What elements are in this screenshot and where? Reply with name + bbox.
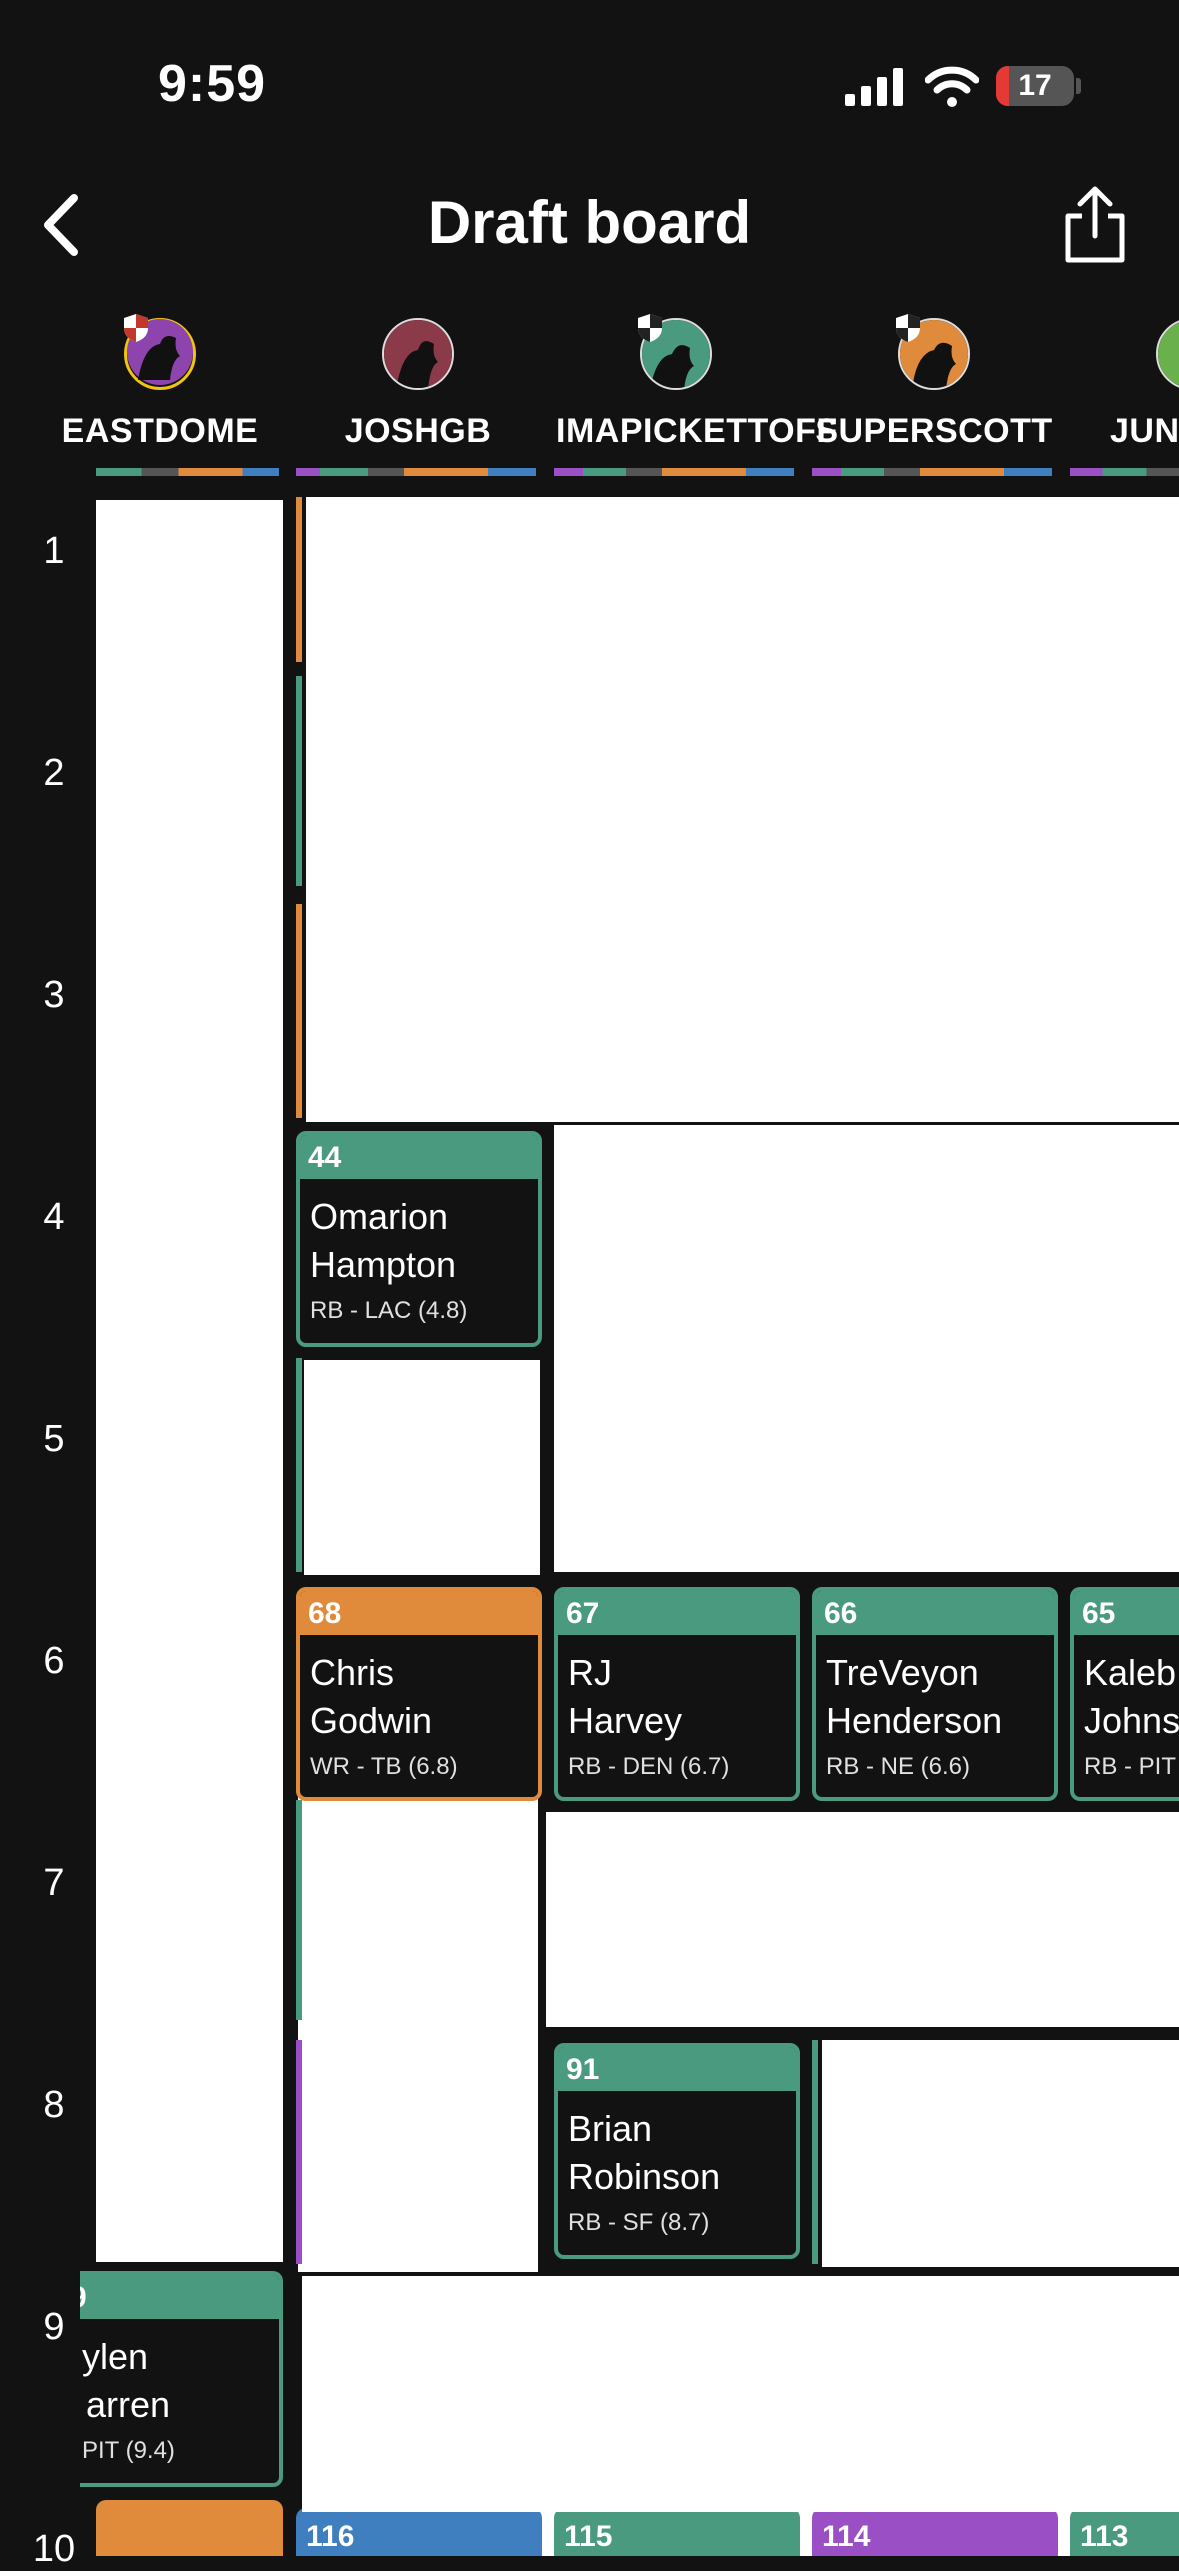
pick-number: 113	[1080, 2520, 1129, 2553]
pick-card[interactable]: 67 RJ Harvey RB - DEN (6.7)	[554, 1587, 800, 1801]
team-name-eastdome[interactable]: EASTDOME	[40, 412, 280, 451]
round-number: 10	[32, 2528, 76, 2570]
pick-card-header[interactable]	[96, 2500, 283, 2556]
player-last-name: Henderson	[826, 1700, 1003, 1741]
pick-card-edge	[296, 904, 302, 1118]
pick-card-edge	[296, 676, 302, 886]
hidden-pick-cell	[304, 1360, 540, 1575]
pick-number: 115	[564, 2520, 613, 2553]
player-last-name: Harvey	[568, 1700, 683, 1741]
pick-card-edge	[296, 2040, 302, 2264]
share-icon[interactable]	[1060, 184, 1130, 264]
pick-number: 65	[1074, 1591, 1179, 1635]
dog-silhouette-icon	[1158, 320, 1179, 388]
shield-badge-icon	[638, 314, 662, 342]
player-first-name: Chris	[310, 1652, 395, 1693]
player-first-name: TreVeyon	[826, 1652, 979, 1693]
position-strip	[812, 468, 1052, 476]
position-strip	[96, 468, 279, 476]
hidden-picks-block	[302, 2276, 1179, 2512]
shield-badge-icon	[896, 314, 920, 342]
status-time: 9:59	[158, 55, 267, 113]
pick-number: 114	[822, 2520, 871, 2553]
cellular-signal-icon	[845, 68, 903, 106]
hidden-picks-block	[306, 497, 1179, 1122]
battery-indicator: 17	[996, 66, 1074, 106]
round-number: 6	[43, 1640, 65, 1682]
player-first-name: ylen	[82, 2336, 149, 2377]
team-name-joshgb[interactable]: JOSHGB	[298, 412, 538, 451]
pick-card-header[interactable]: 114	[812, 2508, 1058, 2556]
round-number: 7	[43, 1862, 65, 1904]
round-number: 8	[43, 2084, 65, 2126]
pick-card-header[interactable]: 113	[1070, 2508, 1179, 2556]
player-last-name: Godwin	[310, 1700, 433, 1741]
position-strip	[554, 468, 794, 476]
round-number: 1	[43, 530, 65, 572]
pick-number: 116	[306, 2520, 355, 2553]
hidden-picks-block	[554, 1125, 1179, 1572]
pick-number: 9	[80, 2275, 279, 2319]
player-first-name: Kaleb	[1084, 1652, 1177, 1693]
pick-card[interactable]: 44 Omarion Hampton RB - LAC (4.8)	[296, 1131, 542, 1347]
round-number: 2	[43, 752, 65, 794]
pick-number: 67	[558, 1591, 796, 1635]
pick-card[interactable]: 65 Kaleb Johns RB - PIT (	[1070, 1587, 1179, 1801]
pick-card-edge	[296, 1800, 302, 2020]
hidden-picks-block	[546, 1812, 1179, 2027]
pick-card-header[interactable]: 115	[554, 2508, 800, 2556]
round-number: 4	[43, 1196, 65, 1238]
pick-number: 91	[558, 2047, 796, 2091]
dog-silhouette-icon	[384, 320, 452, 388]
team-name-imapickettoff[interactable]: IMAPICKETTOFF	[556, 412, 837, 451]
player-position-team: RB - LAC (4.8)	[310, 1297, 468, 1324]
hidden-picks-block	[822, 2040, 1179, 2267]
round-number: 5	[43, 1418, 65, 1460]
pick-card-edge	[812, 2040, 818, 2264]
pick-card-edge	[296, 1358, 302, 1572]
pick-number: 66	[816, 1591, 1054, 1635]
player-position-team: PIT (9.4)	[82, 2437, 175, 2464]
wifi-icon	[925, 66, 979, 107]
player-last-name: Robinson	[568, 2156, 721, 2197]
pick-card[interactable]: 68 Chris Godwin WR - TB (6.8)	[296, 1587, 542, 1801]
player-position-team: RB - PIT (	[1084, 1753, 1179, 1780]
position-strip	[1070, 468, 1179, 476]
hidden-picks-column	[96, 500, 283, 2262]
player-position-team: RB - NE (6.6)	[826, 1753, 971, 1780]
pick-card-edge	[296, 497, 302, 662]
pick-card-header[interactable]: 116	[296, 2508, 542, 2556]
hidden-picks-block	[298, 1797, 538, 2272]
team-name-jung[interactable]: JUNG	[1072, 412, 1179, 451]
pick-number: 68	[300, 1591, 538, 1635]
player-position-team: RB - DEN (6.7)	[568, 1753, 730, 1780]
player-last-name: arren	[86, 2384, 171, 2425]
pick-card[interactable]: 66 TreVeyon Henderson RB - NE (6.6)	[812, 1587, 1058, 1801]
player-first-name: Omarion	[310, 1196, 449, 1237]
player-position-team: WR - TB (6.8)	[310, 1753, 458, 1780]
player-first-name: RJ	[568, 1652, 612, 1693]
player-last-name: Hampton	[310, 1244, 457, 1285]
pick-number: 44	[300, 1135, 538, 1179]
player-last-name: Johns	[1084, 1700, 1179, 1741]
position-strip	[296, 468, 536, 476]
team-avatar-joshgb[interactable]	[382, 318, 454, 390]
battery-tip	[1076, 78, 1081, 94]
player-position-team: RB - SF (8.7)	[568, 2209, 710, 2236]
page-title: Draft board	[427, 189, 752, 256]
pick-card[interactable]: 9 ylen arren PIT (9.4)	[80, 2271, 283, 2487]
team-name-superscott[interactable]: SUPERSCOTT	[814, 412, 1054, 451]
round-number: 3	[43, 974, 65, 1016]
player-first-name: Brian	[568, 2108, 653, 2149]
team-avatar-jung[interactable]	[1156, 318, 1179, 390]
battery-percentage: 17	[1018, 69, 1052, 102]
shield-badge-icon	[124, 314, 148, 342]
pick-card[interactable]: 91 Brian Robinson RB - SF (8.7)	[554, 2043, 800, 2259]
